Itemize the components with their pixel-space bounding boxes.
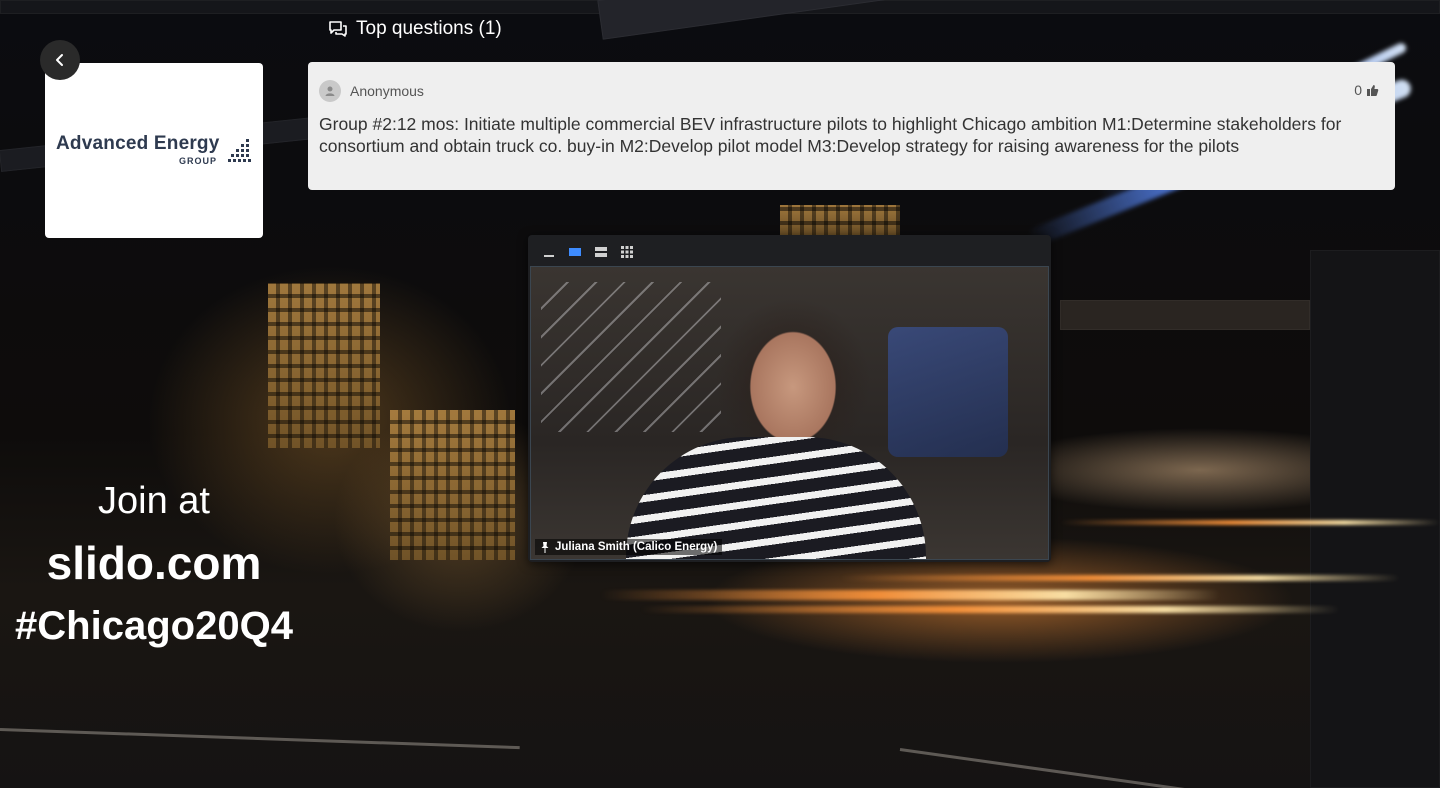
video-window[interactable]: Juliana Smith (Calico Energy) (528, 235, 1051, 562)
question-card: Anonymous 0 Group #2:12 mos: Initiate mu… (308, 62, 1395, 190)
participant-video: Juliana Smith (Calico Energy) (530, 266, 1049, 560)
gallery-view-icon[interactable] (620, 245, 634, 259)
question-votes: 0 (1354, 82, 1379, 98)
dot-grid-logo-icon (228, 139, 251, 162)
participant-name-tag: Juliana Smith (Calico Energy) (535, 539, 723, 555)
chat-bubbles-icon (329, 21, 347, 37)
participant-name: Juliana Smith (Calico Energy) (555, 541, 718, 553)
logo-sub: GROUP (179, 156, 218, 166)
question-author: Anonymous (350, 83, 424, 99)
light-trail (640, 606, 1340, 613)
pin-icon (541, 542, 549, 553)
light-trail (1060, 520, 1440, 525)
building (780, 205, 900, 235)
join-site: slido.com (46, 537, 262, 589)
building (390, 410, 515, 560)
vote-count: 0 (1354, 82, 1362, 98)
top-questions-header: Top questions (1) (328, 18, 502, 40)
chevron-left-icon (56, 54, 63, 66)
background-object (888, 327, 1008, 457)
user-icon (325, 86, 335, 96)
avatar (319, 80, 341, 102)
minimize-icon[interactable] (542, 245, 556, 259)
event-code: #Chicago20Q4 (15, 604, 293, 648)
road-marking (899, 748, 1317, 788)
slido-presentation-screen: Advanced Energy GROUP Top questions (1) (0, 0, 1440, 788)
road-marking (0, 728, 520, 750)
video-layout-toolbar (542, 243, 634, 261)
speaker-view-icon[interactable] (568, 245, 582, 259)
bridge-beam (1310, 250, 1440, 788)
building (268, 283, 380, 448)
thumbs-up-icon (1367, 84, 1379, 96)
light-trail (840, 575, 1400, 581)
background-hangers (541, 282, 721, 432)
join-at-label: Join at (98, 480, 210, 522)
top-questions-label: Top questions (1) (356, 18, 502, 39)
logo-name: Advanced Energy (56, 133, 220, 154)
back-button[interactable] (40, 40, 80, 80)
bridge-beam (1060, 300, 1310, 330)
light-trail (600, 590, 1220, 600)
event-logo: Advanced Energy GROUP (45, 63, 263, 238)
split-view-icon[interactable] (594, 245, 608, 259)
question-text: Group #2:12 mos: Initiate multiple comme… (319, 114, 1342, 156)
